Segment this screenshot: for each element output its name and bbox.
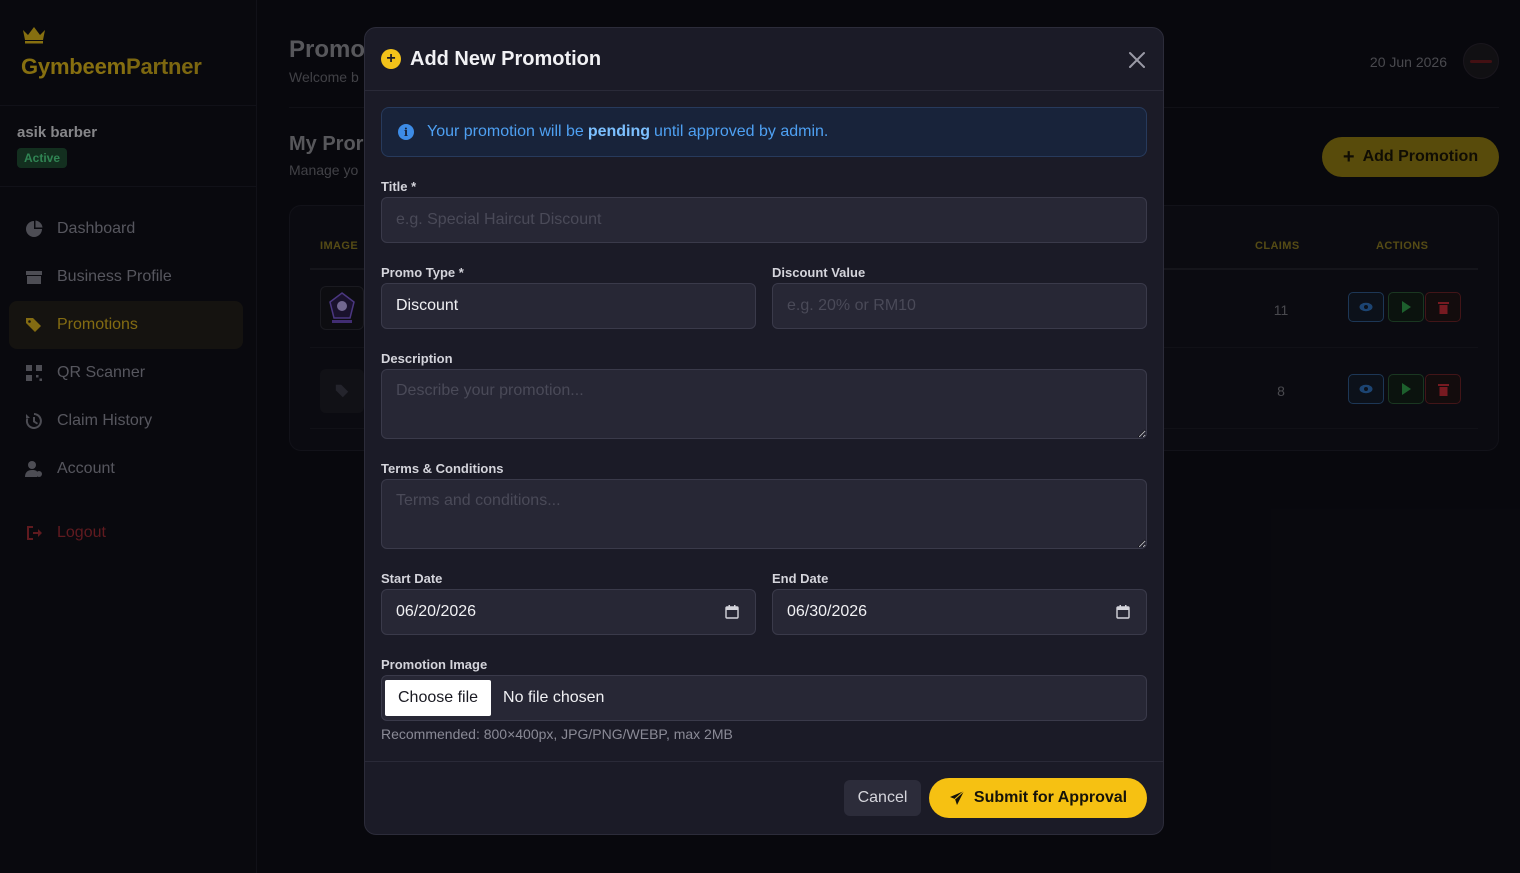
title-input[interactable]	[381, 197, 1147, 243]
plus-circle-icon: +	[381, 49, 401, 69]
description-label: Description	[381, 351, 453, 366]
promo-type-select[interactable]: Discount	[381, 283, 756, 329]
choose-file-button[interactable]: Choose file	[385, 680, 492, 716]
end-date-label: End Date	[772, 571, 829, 586]
send-icon	[949, 790, 965, 805]
promotion-image-file-input[interactable]: Choose file No file chosen	[381, 675, 1147, 721]
modal-header: + Add New Promotion	[365, 28, 1163, 91]
start-date-label: Start Date	[381, 571, 443, 586]
terms-label: Terms & Conditions	[381, 461, 504, 476]
title-label: Title *	[381, 179, 417, 194]
close-button[interactable]	[1125, 48, 1149, 72]
close-icon	[1129, 52, 1145, 68]
notice-text-bold: pending	[587, 123, 651, 140]
end-date-value: 06/30/2026	[787, 603, 868, 620]
start-date-input[interactable]: 06/20/2026	[381, 589, 756, 635]
add-promotion-modal: + Add New Promotion i Your promotion wil…	[364, 27, 1164, 835]
start-date-value: 06/20/2026	[396, 603, 477, 620]
discount-value-label: Discount Value	[772, 265, 866, 280]
notice-text-pre: Your promotion will be	[427, 123, 584, 140]
submit-for-approval-button[interactable]: Submit for Approval	[929, 778, 1147, 818]
description-textarea[interactable]	[381, 369, 1147, 439]
pending-notice: i Your promotion will be pending until a…	[381, 107, 1147, 157]
terms-textarea[interactable]	[381, 479, 1147, 549]
file-status: No file chosen	[503, 689, 605, 706]
image-hint: Recommended: 800×400px, JPG/PNG/WEBP, ma…	[381, 726, 733, 742]
modal-title: Add New Promotion	[410, 47, 602, 70]
calendar-icon[interactable]	[725, 605, 739, 619]
info-icon: i	[398, 124, 414, 140]
cancel-button[interactable]: Cancel	[844, 780, 921, 816]
calendar-icon[interactable]	[1116, 605, 1130, 619]
discount-value-input[interactable]	[772, 283, 1147, 329]
promotion-image-label: Promotion Image	[381, 657, 488, 672]
modal-footer-divider	[365, 761, 1163, 762]
promo-type-value: Discount	[396, 297, 459, 314]
promo-type-label: Promo Type *	[381, 265, 464, 280]
submit-label: Submit for Approval	[973, 789, 1128, 806]
end-date-input[interactable]: 06/30/2026	[772, 589, 1147, 635]
notice-text-post: until approved by admin.	[654, 123, 829, 140]
